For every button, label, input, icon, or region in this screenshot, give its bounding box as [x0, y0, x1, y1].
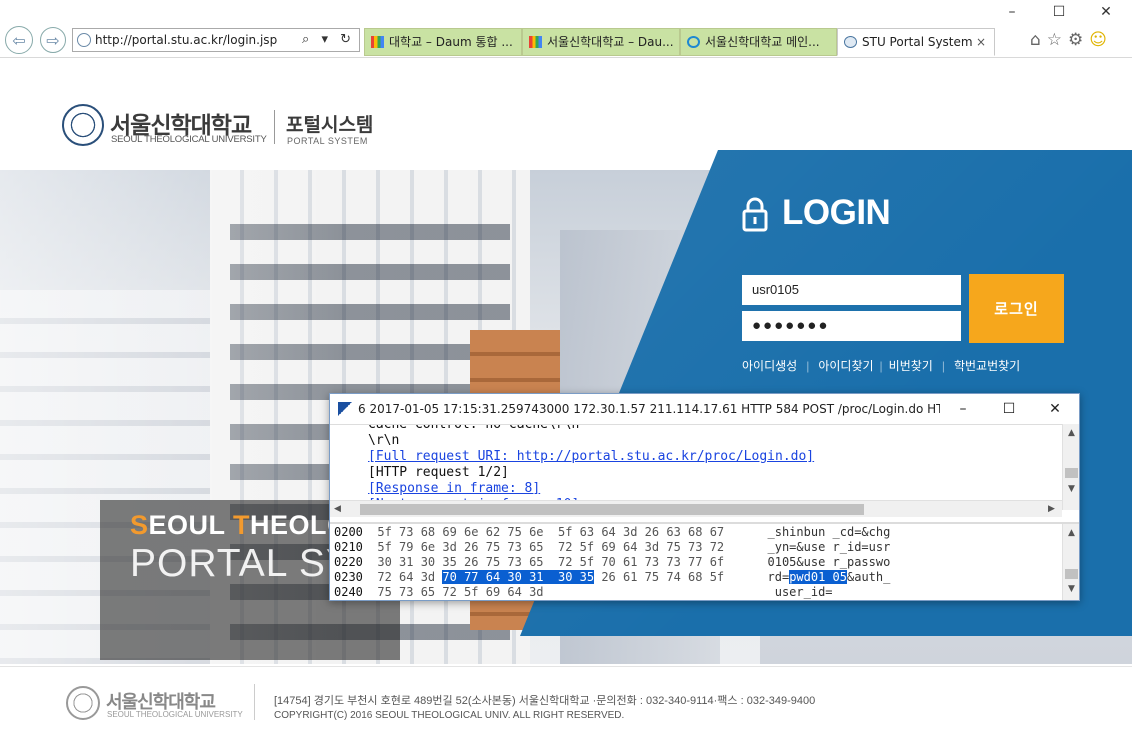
tab-label: 서울신학대학교 – Dau...: [547, 35, 674, 49]
hex-row: 0220 30 31 30 35 26 75 73 65 72 5f 70 61…: [334, 555, 891, 569]
selected-password-bytes: 70 77 64 30 31 30 35: [442, 570, 595, 584]
footer-address: [14754] 경기도 부천시 호현로 489번길 52(소사본동) 서울신학대…: [274, 695, 816, 707]
tree-line[interactable]: \r\n: [368, 433, 399, 448]
lock-icon: [742, 197, 768, 232]
tree-horizontal-scrollbar[interactable]: ◀ ▶: [330, 500, 1062, 517]
daum-icon: [529, 36, 542, 48]
tree-line[interactable]: [HTTP request 1/2]: [368, 465, 509, 480]
hex-row: 0240 75 73 65 72 5f 69 64 3d user_id=: [334, 585, 833, 599]
address-text[interactable]: http://portal.stu.ac.kr/login.jsp: [95, 33, 277, 47]
packet-tree[interactable]: Cache-Control: no-cache\r\n \r\n [Full r…: [330, 424, 1079, 510]
hex-row: 0200 5f 73 68 69 6e 62 75 6e 5f 63 64 3d…: [334, 525, 891, 539]
hex-vertical-scrollbar[interactable]: ▲ ▼: [1062, 524, 1079, 600]
tree-vertical-scrollbar[interactable]: ▲ ▼: [1062, 424, 1079, 510]
login-button[interactable]: 로그인: [969, 274, 1064, 343]
create-id-link[interactable]: 아이디생성: [742, 359, 797, 373]
packet-minimize-button[interactable]: –: [940, 394, 986, 424]
close-window-button[interactable]: ✕: [1086, 4, 1126, 20]
ie-icon: [687, 36, 700, 48]
logo-divider: [274, 110, 275, 144]
tab-daum-1[interactable]: 대학교 – Daum 통합 ...: [364, 28, 522, 56]
footer-seal-icon: [66, 686, 100, 720]
daum-icon: [371, 36, 384, 48]
minimize-button[interactable]: –: [992, 4, 1032, 20]
hex-dump[interactable]: 0200 5f 73 68 69 6e 62 75 6e 5f 63 64 3d…: [330, 524, 1062, 600]
find-id-link[interactable]: 아이디찾기: [818, 359, 873, 373]
browser-toolbar-icons: ⌂☆⚙☺: [1030, 30, 1113, 50]
hex-row-password: 0230 72 64 3d 70 77 64 30 31 30 35 26 61…: [334, 570, 891, 584]
search-refresh-icon[interactable]: ⌕ ▾ ↻: [302, 29, 355, 51]
tab-daum-2[interactable]: 서울신학대학교 – Dau...: [522, 28, 680, 56]
selected-password-ascii: pwd01 05: [789, 570, 847, 584]
univ-name-en: SEOUL THEOLOGICAL UNIVERSITY: [111, 134, 267, 145]
tree-line-full-uri[interactable]: [Full request URI: http://portal.stu.ac.…: [368, 449, 814, 464]
tab-label: 대학교 – Daum 통합 ...: [389, 35, 513, 49]
hex-row: 0210 5f 79 6e 3d 26 75 73 65 72 5f 69 64…: [334, 540, 891, 554]
footer-copyright: COPYRIGHT(C) 2016 SEOUL THEOLOGICAL UNIV…: [274, 710, 625, 721]
portal-name-en: PORTAL SYSTEM: [287, 136, 368, 146]
username-input[interactable]: usr0105: [742, 275, 961, 305]
find-password-link[interactable]: 비번찾기: [889, 359, 933, 373]
wireshark-fin-icon: [338, 402, 352, 416]
stu-icon: [844, 36, 857, 48]
tab-label: 서울신학대학교 메인...: [705, 35, 820, 49]
footer-divider: [0, 666, 1132, 667]
tab-stu-portal[interactable]: STU Portal System ×: [837, 28, 995, 56]
portal-name-kr: 포털시스템: [286, 115, 374, 136]
maximize-button[interactable]: ☐: [1039, 4, 1079, 20]
packet-detail-window: 6 2017-01-05 17:15:31.259743000 172.30.1…: [329, 393, 1080, 601]
packet-maximize-button[interactable]: ☐: [986, 394, 1032, 424]
tree-line[interactable]: Cache-Control: no-cache\r\n: [368, 425, 579, 432]
forward-arrow-icon: ⇨: [46, 30, 60, 50]
footer-univ-en: SEOUL THEOLOGICAL UNIVERSITY: [107, 710, 243, 719]
packet-close-button[interactable]: ✕: [1032, 394, 1078, 424]
smiley-icon[interactable]: ☺: [1089, 30, 1113, 50]
page-icon: [77, 33, 91, 47]
tree-line-response[interactable]: [Response in frame: 8]: [368, 481, 540, 496]
login-links: 아이디생성 | 아이디찾기 | 비번찾기 | 학번교번찾기: [742, 359, 1021, 373]
back-arrow-icon: ⇦: [12, 30, 26, 50]
address-bar[interactable]: http://portal.stu.ac.kr/login.jsp ⌕ ▾ ↻: [72, 28, 360, 52]
forward-button[interactable]: ⇨: [40, 27, 66, 53]
password-input[interactable]: ●●●●●●●: [742, 311, 961, 341]
star-icon[interactable]: ☆: [1047, 30, 1068, 50]
login-title: LOGIN: [782, 193, 891, 232]
gear-icon[interactable]: ⚙: [1068, 30, 1089, 50]
close-tab-icon[interactable]: ×: [976, 29, 986, 55]
home-icon[interactable]: ⌂: [1030, 30, 1047, 50]
browser-chrome: – ☐ ✕ ⇦ ⇨ http://portal.stu.ac.kr/login.…: [0, 0, 1132, 58]
find-student-number-link[interactable]: 학번교번찾기: [954, 359, 1020, 373]
back-button[interactable]: ⇦: [5, 26, 33, 54]
univ-seal-icon: [62, 104, 104, 146]
tab-label: STU Portal System: [862, 35, 973, 49]
tab-stu-main[interactable]: 서울신학대학교 메인...: [680, 28, 837, 56]
